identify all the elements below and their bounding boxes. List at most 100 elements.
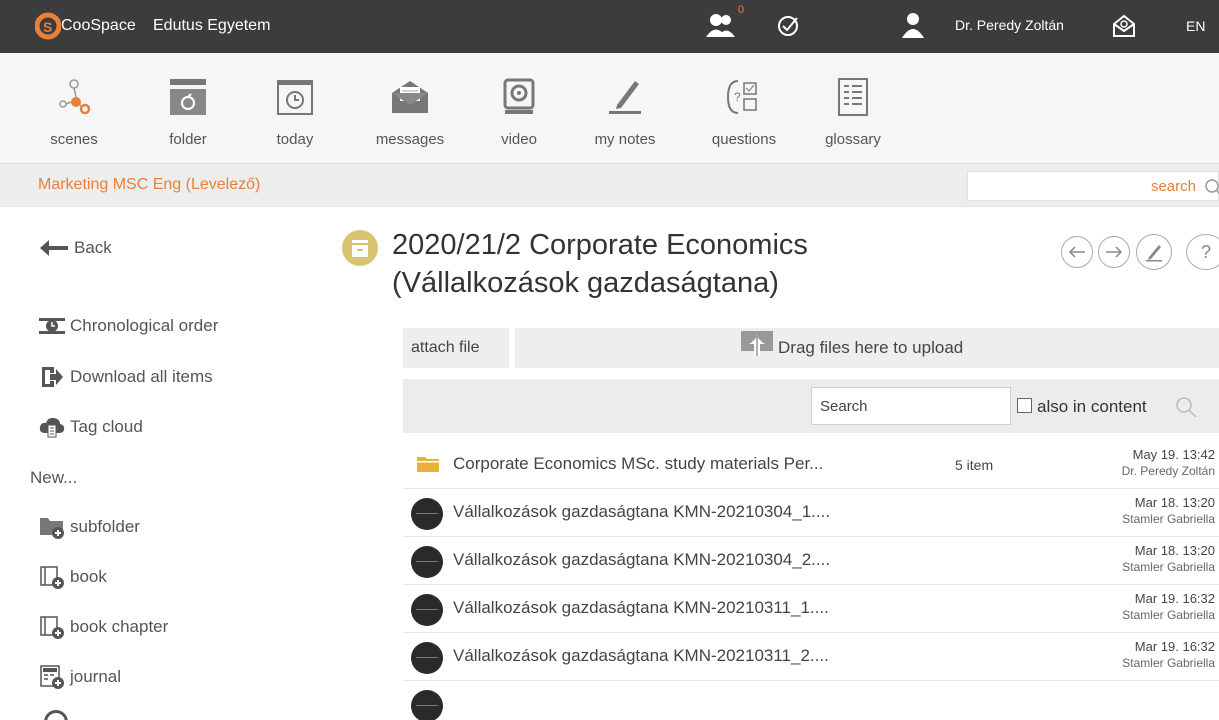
also-in-content-label[interactable]: also in content	[1037, 397, 1147, 417]
tool-label: today	[276, 131, 314, 148]
folder-icon	[170, 79, 206, 115]
page-title-line2: (Vállalkozások gazdaságtana)	[392, 267, 779, 299]
tool-label: my notes	[594, 131, 656, 148]
scenes-icon	[59, 79, 91, 115]
user-icon[interactable]	[902, 12, 924, 43]
file-row[interactable]: Corporate Economics MSc. study materials…	[403, 442, 1219, 489]
search-placeholder: search	[1150, 178, 1196, 195]
notification-badge: 0	[738, 4, 745, 16]
search-icon[interactable]	[1174, 395, 1198, 419]
file-name[interactable]: Vállalkozások gazdaságtana KMN-20210304_…	[453, 550, 830, 570]
file-date: Mar 18. 13:20	[1134, 495, 1215, 510]
video-thumbnail-icon	[411, 594, 443, 626]
file-author: Stamler Gabriella	[1122, 656, 1215, 670]
file-date: Mar 19. 16:32	[1134, 591, 1215, 606]
back-link[interactable]: Back	[38, 238, 112, 258]
file-row[interactable]: Vállalkozások gazdaságtana KMN-20210304_…	[403, 538, 1219, 585]
course-name[interactable]: Marketing MSC Eng (Levelező)	[38, 176, 260, 194]
edit-button[interactable]	[1136, 234, 1172, 270]
sidebar-item-label: Chronological order	[70, 316, 219, 335]
file-name[interactable]: Corporate Economics MSc. study materials…	[453, 454, 823, 474]
tool-label: messages	[375, 131, 445, 148]
also-in-content-checkbox[interactable]	[1017, 398, 1032, 413]
folder-icon	[417, 455, 439, 478]
drop-label: Drag files here to upload	[778, 338, 964, 357]
upload-icon	[741, 331, 773, 356]
sidebar-item-label: Tag cloud	[70, 417, 143, 436]
calendar-icon	[277, 80, 313, 115]
file-name[interactable]: Vállalkozások gazdaságtana KMN-20210311_…	[453, 646, 829, 666]
file-drop-zone[interactable]: Drag files here to upload	[515, 328, 1219, 368]
search-icon[interactable]	[1204, 178, 1219, 196]
folder-type-icon	[342, 230, 378, 266]
sidebar-new-subfolder[interactable]: subfolder	[38, 515, 140, 539]
top-bar: S CooSpace Edutus Egyetem 0 Dr. Peredy Z…	[0, 0, 1219, 53]
course-bar: Marketing MSC Eng (Levelező) search	[0, 163, 1219, 207]
questions-icon: ?	[726, 80, 757, 114]
global-search-input[interactable]: search	[967, 171, 1219, 201]
new-heading: New...	[30, 468, 77, 488]
pencil-icon	[1146, 245, 1162, 262]
arrow-right-icon	[1106, 246, 1123, 258]
sidebar-new-book[interactable]: book	[38, 565, 107, 589]
sidebar-more-item-icon	[44, 710, 68, 720]
sidebar-new-book-chapter[interactable]: book chapter	[38, 615, 168, 639]
glossary-icon	[838, 78, 868, 116]
file-author: Stamler Gabriella	[1122, 608, 1215, 622]
tool-today[interactable]: today	[272, 53, 318, 163]
tool-questions[interactable]: ? questions	[704, 53, 784, 163]
help-button[interactable]: ?	[1186, 234, 1219, 270]
attach-file-button[interactable]: attach file	[403, 328, 509, 368]
tool-messages[interactable]: messages	[373, 53, 447, 163]
user-name[interactable]: Dr. Peredy Zoltán	[955, 17, 1064, 33]
sidebar-item-chronological-order[interactable]: Chronological order	[38, 316, 218, 336]
coospace-logo-icon[interactable]: S	[34, 12, 62, 45]
help-icon: ?	[1200, 241, 1211, 262]
mail-settings-icon[interactable]	[1112, 14, 1136, 43]
language-selector[interactable]: EN	[1186, 18, 1205, 34]
file-author: Dr. Peredy Zoltán	[1121, 464, 1215, 478]
tool-label: scenes	[50, 131, 98, 148]
add-book-icon	[38, 565, 66, 589]
users-icon[interactable]	[705, 12, 737, 43]
previous-button[interactable]	[1061, 236, 1093, 268]
tool-glossary[interactable]: glossary	[821, 53, 885, 163]
next-button[interactable]	[1098, 236, 1130, 268]
brand-name[interactable]: CooSpace	[61, 17, 136, 35]
file-row[interactable]: Vállalkozások gazdaságtana KMN-20210311_…	[403, 586, 1219, 633]
file-author: Stamler Gabriella	[1122, 512, 1215, 526]
tag-cloud-icon	[38, 415, 66, 439]
item-count: 5 item	[955, 457, 994, 473]
file-author: Stamler Gabriella	[1122, 560, 1215, 574]
pencil-icon	[609, 81, 641, 114]
envelope-icon	[392, 81, 428, 113]
sidebar-item-tag-cloud[interactable]: Tag cloud	[38, 415, 143, 439]
tool-label: folder	[169, 131, 207, 148]
video-thumbnail-icon	[411, 690, 443, 720]
file-row-partial[interactable]	[403, 682, 1219, 720]
tool-scenes[interactable]: scenes	[48, 53, 100, 163]
tool-folder[interactable]: folder	[164, 53, 212, 163]
institution-name[interactable]: Edutus Egyetem	[153, 17, 270, 35]
file-date: Mar 19. 16:32	[1134, 639, 1215, 654]
sidebar-item-label: book chapter	[70, 617, 169, 636]
file-row[interactable]: Vállalkozások gazdaságtana KMN-20210304_…	[403, 490, 1219, 537]
file-date: Mar 18. 13:20	[1134, 543, 1215, 558]
tool-video[interactable]: video	[496, 53, 542, 163]
check-circle-icon[interactable]	[777, 14, 801, 43]
add-book-chapter-icon	[38, 615, 66, 639]
tool-my-notes[interactable]: my notes	[582, 53, 668, 163]
sidebar-new-journal[interactable]: journal	[38, 665, 121, 689]
page-title: 2020/21/2 Corporate Economics (Vállalkoz…	[392, 226, 912, 302]
back-arrow-icon	[38, 239, 70, 257]
sidebar-item-label: book	[70, 567, 107, 586]
sidebar-item-download-all[interactable]: Download all items	[38, 365, 213, 389]
file-name[interactable]: Vállalkozások gazdaságtana KMN-20210311_…	[453, 598, 829, 618]
back-label: Back	[74, 238, 112, 257]
file-search-input[interactable]: Search	[811, 387, 1011, 425]
file-name[interactable]: Vállalkozások gazdaságtana KMN-20210304_…	[453, 502, 830, 522]
file-row[interactable]: Vállalkozások gazdaságtana KMN-20210311_…	[403, 634, 1219, 681]
tool-strip: scenes folder today messages video my no…	[0, 53, 1219, 163]
sidebar-item-label: journal	[70, 667, 122, 686]
clock-icon	[38, 316, 66, 336]
